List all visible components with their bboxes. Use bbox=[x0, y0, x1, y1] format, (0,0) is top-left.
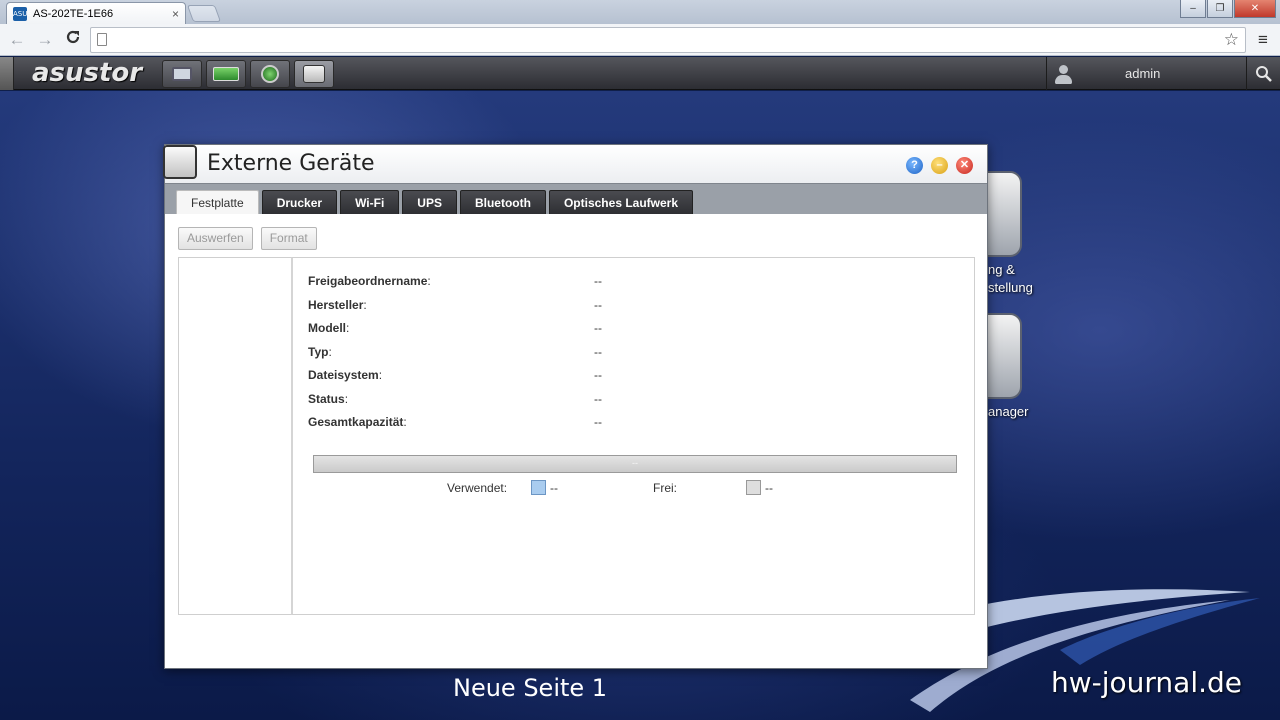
field-value: -- bbox=[594, 298, 602, 312]
info-row: Freigabeordnername: -- bbox=[308, 274, 602, 288]
tab-optisches-laufwerk[interactable]: Optisches Laufwerk bbox=[548, 190, 694, 214]
window-controls: ? – ✕ bbox=[906, 157, 973, 174]
device-list[interactable] bbox=[178, 257, 291, 615]
window-title: Externe Geräte bbox=[207, 151, 375, 176]
field-value: -- bbox=[594, 345, 602, 359]
capacity-bar: -- bbox=[313, 455, 957, 473]
field-value: -- bbox=[594, 392, 602, 406]
info-row: Hersteller: -- bbox=[308, 298, 602, 312]
info-row: Gesamtkapazität: -- bbox=[308, 415, 602, 429]
watermark-text: hw-journal.de bbox=[1051, 666, 1243, 699]
action-buttons: Auswerfen Format bbox=[178, 227, 317, 250]
info-row: Status: -- bbox=[308, 392, 602, 406]
free-swatch bbox=[746, 480, 761, 495]
field-value: -- bbox=[594, 321, 602, 335]
tab-festplatte[interactable]: Festplatte bbox=[176, 190, 259, 214]
device-info-panel: Freigabeordnername: -- Hersteller: -- Mode… bbox=[291, 257, 975, 615]
used-label: Verwendet: bbox=[447, 480, 508, 495]
external-devices-app-icon bbox=[163, 145, 197, 179]
field-value: -- bbox=[594, 368, 602, 382]
tab-wifi[interactable]: Wi-Fi bbox=[340, 190, 400, 214]
field-label: Status bbox=[308, 392, 345, 406]
field-label: Dateisystem bbox=[308, 368, 379, 382]
tab-bluetooth[interactable]: Bluetooth bbox=[459, 190, 546, 214]
tab-bar: Festplatte Drucker Wi-Fi UPS Bluetooth O… bbox=[165, 183, 987, 214]
field-value: -- bbox=[594, 274, 602, 288]
used-swatch bbox=[531, 480, 547, 495]
tab-ups[interactable]: UPS bbox=[402, 190, 457, 214]
eject-button[interactable]: Auswerfen bbox=[178, 227, 253, 250]
used-value: -- bbox=[550, 480, 559, 495]
format-button[interactable]: Format bbox=[260, 227, 317, 250]
field-label: Freigabeordnername bbox=[308, 274, 428, 288]
window-header: Externe Geräte ? – ✕ bbox=[163, 145, 987, 183]
field-label: Typ bbox=[308, 345, 329, 359]
page-caption: Neue Seite 1 bbox=[453, 674, 608, 702]
info-row: Typ: -- bbox=[308, 345, 602, 359]
used-legend: Verwendet: -- bbox=[447, 480, 558, 495]
field-label: Hersteller bbox=[308, 298, 364, 312]
field-label: Gesamtkapazität bbox=[308, 415, 404, 429]
field-label: Modell bbox=[308, 321, 346, 335]
minimize-button[interactable]: – bbox=[931, 157, 948, 174]
free-legend: Frei: -- bbox=[653, 480, 773, 495]
tab-drucker[interactable]: Drucker bbox=[261, 190, 338, 214]
info-row: Dateisystem: -- bbox=[308, 368, 602, 382]
free-label: Frei: bbox=[653, 480, 677, 495]
close-button[interactable]: ✕ bbox=[956, 157, 973, 174]
external-devices-window: Externe Geräte ? – ✕ Festplatte Drucker … bbox=[163, 144, 988, 669]
field-value: -- bbox=[594, 415, 602, 429]
free-value: -- bbox=[765, 480, 773, 495]
info-row: Modell: -- bbox=[308, 321, 602, 335]
help-button[interactable]: ? bbox=[906, 157, 923, 174]
